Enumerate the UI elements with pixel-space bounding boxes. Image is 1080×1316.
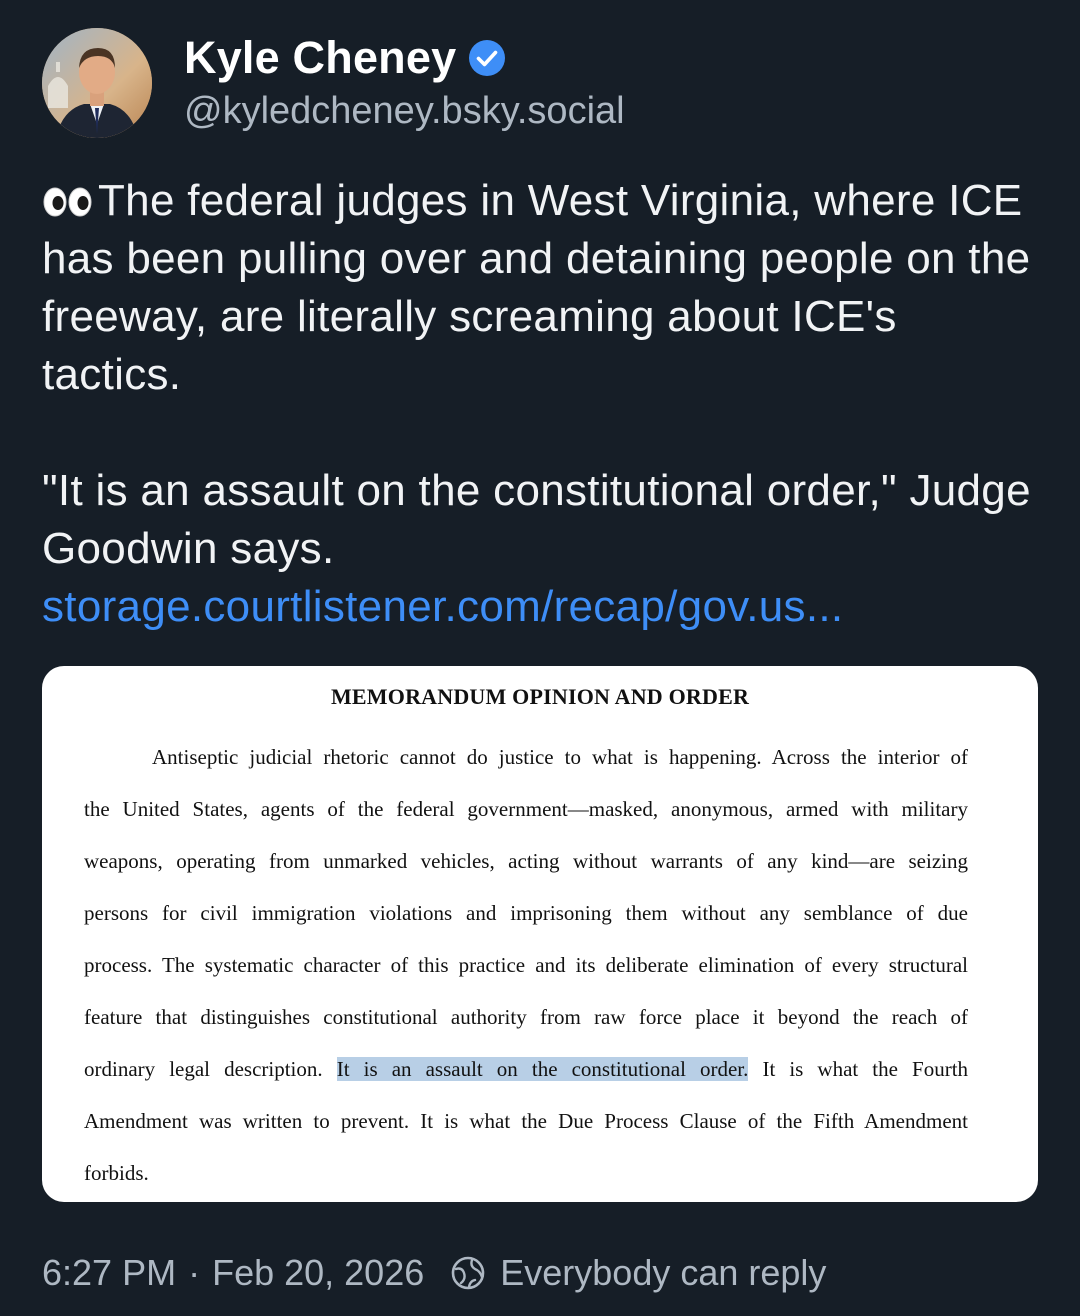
avatar[interactable] <box>42 28 152 138</box>
display-name[interactable]: Kyle Cheney <box>184 32 456 84</box>
document-line: process. The systematic character of thi… <box>84 953 968 977</box>
document-line-segment: ordinary legal description. <box>84 1057 323 1081</box>
post-body: The federal judges in West Virginia, whe… <box>42 172 1042 636</box>
document-line-segment: It is what the Fourth <box>762 1057 969 1081</box>
post-footer: 6:27 PM · Feb 20, 2026 Everybody can rep… <box>42 1248 826 1298</box>
profile-photo <box>42 28 152 138</box>
document-line: forbids. <box>84 1161 149 1185</box>
embedded-image[interactable]: MEMORANDUM OPINION AND ORDER Antiseptic … <box>42 666 1038 1202</box>
author-block: Kyle Cheney @kyledcheney.bsky.social <box>184 30 625 133</box>
post-date: Feb 20, 2026 <box>212 1252 425 1293</box>
document-line: ordinary legal description. It is an ass… <box>84 1054 968 1106</box>
document-line: weapons, operating from unmarked vehicle… <box>84 849 968 873</box>
name-row: Kyle Cheney <box>184 30 625 86</box>
post-paragraph-2: "It is an assault on the constitutional … <box>42 466 1031 573</box>
eyes-emoji-icon <box>42 174 96 217</box>
separator: · <box>188 1252 201 1293</box>
document-title: MEMORANDUM OPINION AND ORDER <box>330 684 750 709</box>
document-text: Antiseptic judicial rhetoric cannot do j… <box>84 742 968 1202</box>
document-line: the United States, agents of the federal… <box>84 797 968 821</box>
document-line: Antiseptic judicial rhetoric cannot do j… <box>152 745 968 769</box>
user-handle[interactable]: @kyledcheney.bsky.social <box>184 90 625 133</box>
document-line: feature that distinguishes constitutiona… <box>84 1005 968 1029</box>
post-time: 6:27 PM <box>42 1252 177 1293</box>
highlighted-quote: It is an assault on the constitutional o… <box>336 1057 749 1081</box>
post-link[interactable]: storage.courtlistener.com/recap/gov.us..… <box>42 582 843 631</box>
post-text-1: The federal judges in West Virginia, whe… <box>42 176 1031 399</box>
globe-icon <box>450 1255 486 1291</box>
document-line: Amendment was written to prevent. It is … <box>84 1109 968 1133</box>
post-paragraph-1: The federal judges in West Virginia, whe… <box>42 172 1042 404</box>
verified-badge-icon[interactable] <box>468 39 506 77</box>
reply-setting[interactable]: Everybody can reply <box>500 1252 826 1294</box>
document-line: persons for civil immigration violations… <box>84 901 968 925</box>
